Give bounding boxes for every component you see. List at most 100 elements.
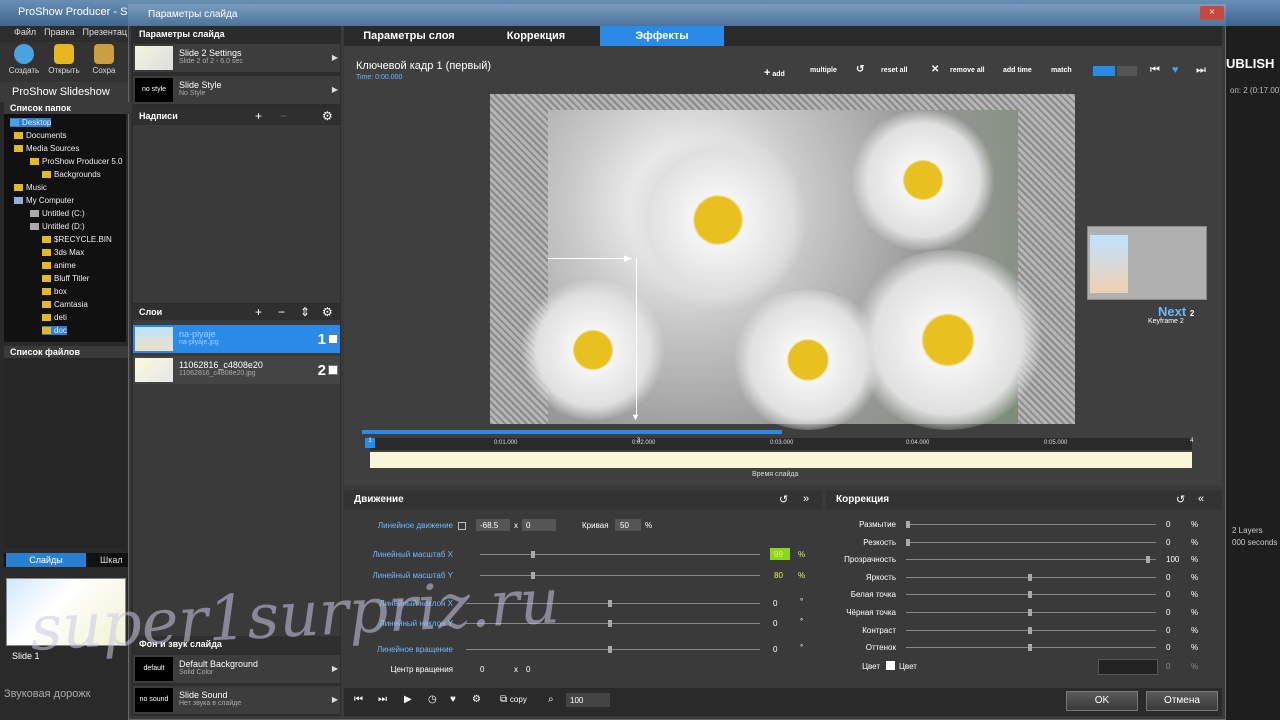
folder-item[interactable]: Documents	[14, 131, 66, 140]
keyframe-marker-icon[interactable]: ♥	[1172, 64, 1179, 76]
multiple-button[interactable]: multiple	[810, 67, 837, 74]
layout-single-icon[interactable]	[1093, 66, 1115, 76]
slider-knob[interactable]	[1028, 591, 1032, 598]
add-caption-icon[interactable]: +	[255, 110, 262, 122]
sound-thumbnail: no sound	[135, 688, 173, 712]
layer-image[interactable]	[518, 110, 1048, 430]
settings-gear-icon[interactable]: ⚙	[472, 694, 481, 705]
folder-item[interactable]: ProShow Producer 5.0	[30, 157, 123, 166]
blur-slider[interactable]	[906, 524, 1156, 525]
folder-item[interactable]: Camtasia	[42, 300, 88, 309]
layer-visible-checkbox[interactable]	[328, 334, 338, 344]
create-button[interactable]: Создать	[4, 44, 44, 75]
keyframe-range-bar[interactable]	[362, 430, 782, 434]
folder-item[interactable]: box	[42, 287, 67, 296]
add-time-button[interactable]: add time	[1003, 67, 1032, 74]
tab-effects[interactable]: Эффекты	[600, 26, 724, 46]
rotation-slider[interactable]	[466, 649, 760, 650]
menu-presentation[interactable]: Презентац	[83, 27, 127, 37]
opacity-slider[interactable]	[906, 559, 1156, 560]
color-swatch[interactable]	[1098, 659, 1158, 675]
slider-knob[interactable]	[1028, 574, 1032, 581]
slider-knob[interactable]	[608, 646, 612, 653]
folder-item[interactable]: Desktop	[10, 118, 52, 127]
slide-time-bar[interactable]	[370, 452, 1192, 468]
remove-all-button[interactable]: remove all	[950, 67, 985, 74]
slider-knob[interactable]	[1028, 644, 1032, 651]
folder-item[interactable]: deti	[42, 313, 67, 322]
folder-item[interactable]: doc	[42, 326, 67, 335]
timer-icon[interactable]: ◷	[428, 694, 437, 705]
gear-icon[interactable]: ⚙	[322, 306, 333, 318]
gear-icon[interactable]: ⚙	[322, 110, 333, 122]
folder-item[interactable]: Music	[14, 183, 47, 192]
match-button[interactable]: match	[1051, 67, 1072, 74]
close-icon[interactable]: ×	[1200, 6, 1224, 20]
slide-settings-item[interactable]: Slide 2 Settings Slide 2 of 2 - 6.0 sec …	[133, 44, 340, 72]
slider-knob[interactable]	[608, 600, 612, 607]
tab-timeline[interactable]: Шкал	[100, 553, 123, 567]
slider-knob[interactable]	[531, 551, 535, 558]
open-button[interactable]: Открыть	[44, 44, 84, 75]
slider-knob[interactable]	[1028, 627, 1032, 634]
slider-knob[interactable]	[906, 521, 910, 528]
folders-header: Список папок	[4, 102, 132, 114]
menu-edit[interactable]: Правка	[44, 27, 74, 37]
reset-icon[interactable]: ↺	[779, 493, 788, 506]
save-button[interactable]: Сохра	[84, 44, 124, 75]
layer-item[interactable]: na-plyaje na-plyaje.jpg 1	[133, 325, 340, 353]
slider-knob[interactable]	[1028, 609, 1032, 616]
color-checkbox[interactable]	[886, 661, 895, 670]
keyframe-icon[interactable]: ♥	[450, 694, 456, 705]
next-label[interactable]: Next 2	[1158, 304, 1194, 319]
folder-item[interactable]: 3ds Max	[42, 248, 84, 257]
ok-button[interactable]: OK	[1066, 691, 1138, 711]
collapse-icon[interactable]: »	[803, 493, 809, 505]
menu-file[interactable]: Файл	[14, 27, 36, 37]
slide-style-item[interactable]: no style Slide Style No Style ▶	[133, 76, 340, 104]
scale-x-slider[interactable]	[480, 554, 760, 555]
reset-icon[interactable]: ↺	[1176, 493, 1185, 506]
keyframe-marker[interactable]: 4	[1190, 438, 1193, 444]
folder-item[interactable]: Bluff Titler	[42, 274, 89, 283]
folder-item[interactable]: Untitled (C:)	[30, 209, 85, 218]
folder-item[interactable]: Media Sources	[14, 144, 79, 153]
reorder-layer-icon[interactable]: ⇕	[300, 306, 310, 318]
reset-all-button[interactable]: reset all	[881, 67, 907, 74]
publish-label[interactable]: UBLISH	[1226, 56, 1274, 71]
sharpness-slider[interactable]	[906, 542, 1156, 543]
zoom-icon[interactable]: ⌕	[548, 694, 554, 705]
folder-item[interactable]: My Computer	[14, 196, 74, 205]
add-layer-icon[interactable]: +	[255, 306, 262, 318]
remove-layer-icon[interactable]: −	[278, 306, 285, 318]
folder-item[interactable]: Backgrounds	[42, 170, 101, 179]
tab-correction[interactable]: Коррекция	[474, 26, 598, 46]
folder-item[interactable]: Untitled (D:)	[30, 222, 85, 231]
cancel-button[interactable]: Отмена	[1146, 691, 1218, 711]
collapse-icon[interactable]: «	[1198, 493, 1204, 505]
slider-knob[interactable]	[608, 620, 612, 627]
link-checkbox[interactable]	[458, 522, 466, 530]
copy-button[interactable]: ⧉ copy	[500, 694, 527, 705]
prev-keyframe-icon[interactable]: ⏮	[1150, 64, 1160, 77]
folder-item[interactable]: $RECYCLE.BIN	[42, 235, 112, 244]
layer-visible-checkbox[interactable]	[328, 365, 338, 375]
layout-dual-icon[interactable]	[1117, 66, 1137, 76]
play-icon[interactable]: ▶	[404, 694, 412, 705]
background-item[interactable]: default Default Background Solid Color ▶	[133, 655, 340, 683]
next-keyframe-icon[interactable]: ⏭	[1196, 64, 1206, 77]
folder-item[interactable]: anime	[42, 261, 76, 270]
slider-knob[interactable]	[906, 539, 910, 546]
next-keyframe-thumbnail[interactable]	[1087, 226, 1207, 300]
slider-knob[interactable]	[1146, 556, 1150, 563]
tab-slides[interactable]: Слайды	[6, 553, 86, 567]
keyframe-marker[interactable]: 1	[365, 438, 375, 448]
remove-caption-icon[interactable]: −	[280, 110, 287, 122]
keyframe-marker[interactable]: 3	[637, 438, 640, 444]
tab-layer-settings[interactable]: Параметры слоя	[346, 26, 472, 46]
first-frame-icon[interactable]: ⏮	[354, 694, 363, 705]
add-keyframe-button[interactable]: + add	[764, 67, 785, 79]
last-frame-icon[interactable]: ⏭	[378, 694, 387, 705]
layer-item[interactable]: 11062816_c4808e20 11062816_c4808e20.jpg …	[133, 356, 340, 384]
slide-sound-item[interactable]: no sound Slide Sound Нет звука в слайде …	[133, 686, 340, 714]
